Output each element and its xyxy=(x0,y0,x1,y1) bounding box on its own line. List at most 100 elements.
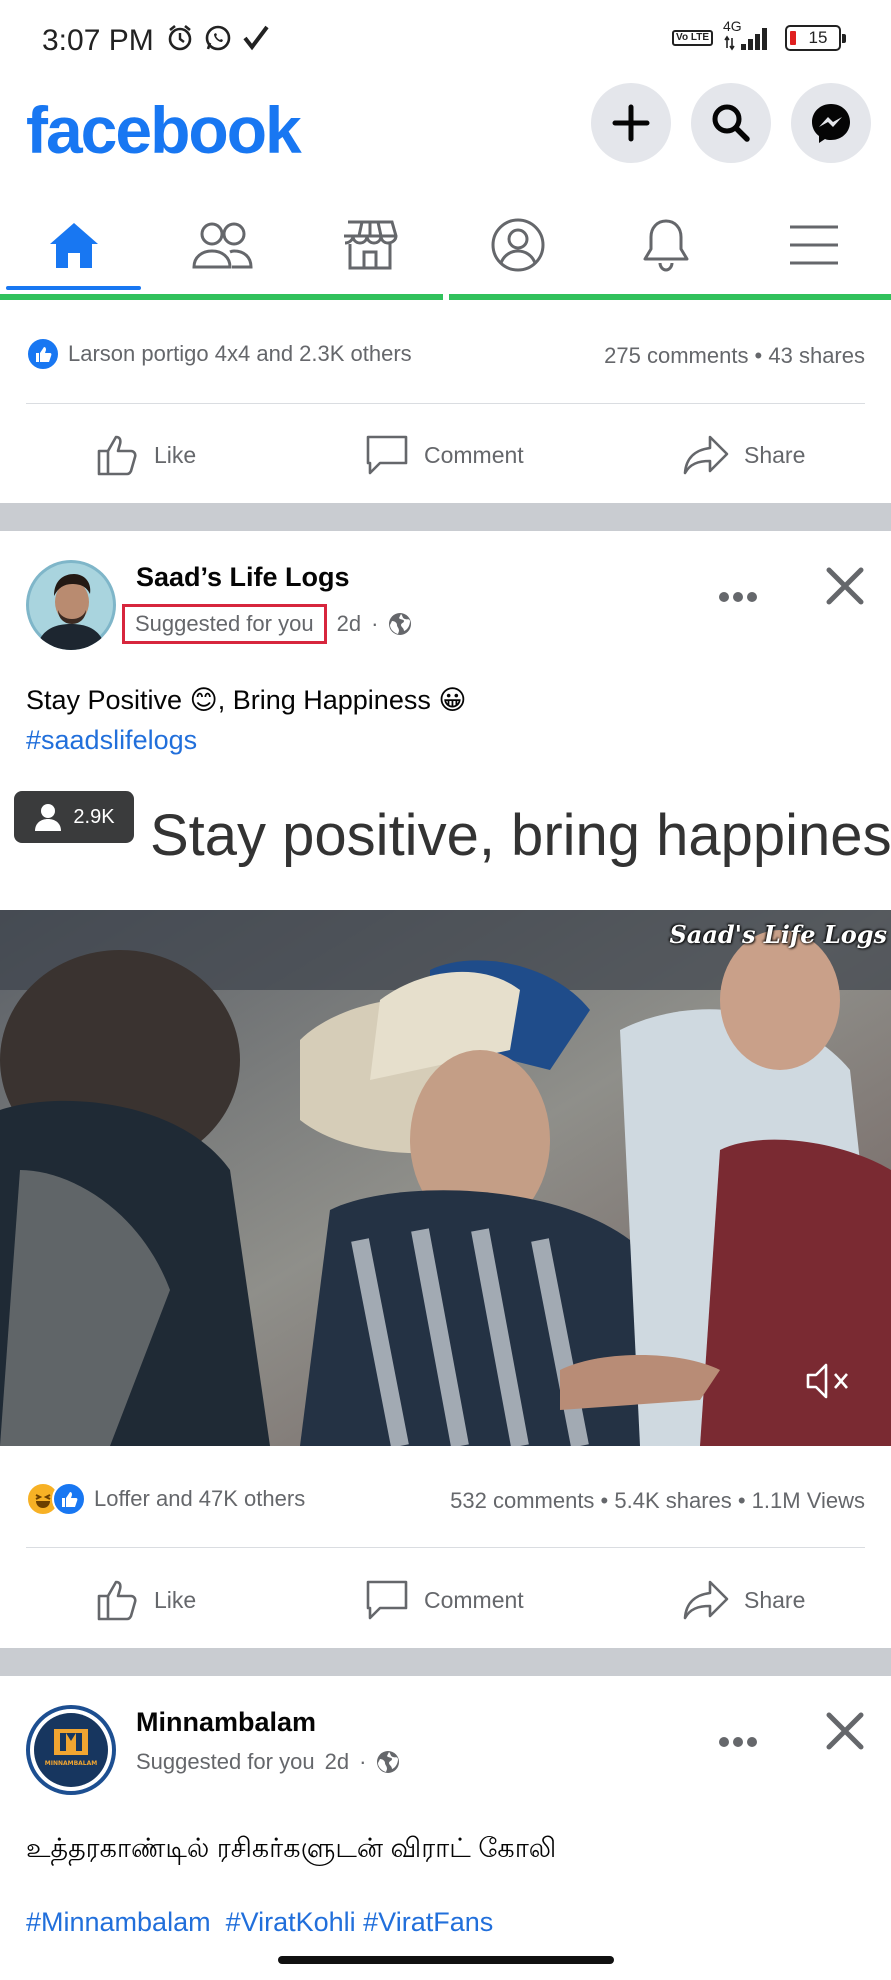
status-notification-icons xyxy=(166,24,270,52)
like-label: Like xyxy=(154,441,197,468)
post-header: Saad’s Life Logs Suggested for you 2d · xyxy=(0,560,891,670)
hide-post-button[interactable] xyxy=(825,1711,865,1756)
status-bar: 3:07 PM Vo LTE 4G 15 xyxy=(0,0,891,78)
volume-muted-icon xyxy=(806,1363,848,1399)
search-icon xyxy=(712,104,750,142)
share-label: Share xyxy=(744,441,806,468)
post-text: Stay Positive 😊, Bring Happiness 😀 xyxy=(26,685,467,715)
share-button[interactable]: Share xyxy=(682,420,805,490)
tab-marketplace[interactable] xyxy=(300,198,440,292)
facebook-logo[interactable]: facebook xyxy=(26,92,302,168)
friends-icon xyxy=(192,222,253,269)
post-hashtag[interactable]: #saadslifelogs xyxy=(26,720,466,760)
plus-icon xyxy=(612,104,650,142)
share-icon xyxy=(683,435,729,475)
video-caption-area[interactable]: Stay positive, bring happiness 2.9K xyxy=(0,776,891,910)
like-button[interactable]: Like xyxy=(96,1565,196,1635)
active-tab-indicator xyxy=(6,286,141,290)
more-options-icon xyxy=(719,592,757,602)
video-player[interactable]: Saad's Life Logs xyxy=(0,910,891,1446)
tab-home[interactable] xyxy=(4,198,144,292)
post-text: உத்தரகாண்டில் ரசிகர்களுடன் விராட் கோலி xyxy=(26,1833,557,1863)
thumbs-up-icon xyxy=(97,435,137,476)
gesture-home-bar[interactable] xyxy=(278,1956,614,1964)
messenger-button[interactable] xyxy=(791,83,871,163)
live-viewers-badge: 2.9K xyxy=(14,791,134,843)
profile-icon xyxy=(491,218,545,272)
main-tab-bar xyxy=(0,198,891,296)
share-label: Share xyxy=(744,1586,806,1613)
avatar[interactable] xyxy=(26,560,116,650)
divider xyxy=(26,403,865,404)
post-hashtags[interactable]: #Minnambalam #ViratKohli #ViratFans xyxy=(26,1902,556,1942)
prev-post-actions: Like Comment Share xyxy=(0,420,891,490)
comment-icon xyxy=(366,1580,408,1620)
check-icon xyxy=(243,25,269,51)
post-body: Stay Positive 😊, Bring Happiness 😀 #saad… xyxy=(26,680,466,760)
comment-label: Comment xyxy=(424,1586,524,1613)
feed-loading-progress xyxy=(0,294,891,300)
feed-separator xyxy=(0,1648,891,1676)
like-reaction-icon xyxy=(26,337,60,371)
tab-friends[interactable] xyxy=(152,198,292,292)
post-time[interactable]: 2d xyxy=(325,1749,349,1775)
comment-button[interactable]: Comment xyxy=(364,420,524,490)
post-options-button[interactable] xyxy=(718,582,758,603)
share-icon xyxy=(683,1580,729,1620)
tab-menu[interactable] xyxy=(744,198,884,292)
post-meta: Suggested for you 2d · xyxy=(136,1749,400,1775)
bell-icon xyxy=(643,219,689,272)
suggested-for-you-label: Suggested for you xyxy=(122,604,327,644)
like-reaction-icon xyxy=(52,1482,86,1516)
post-reactions-row: Loffer and 47K others 532 comments • 5.4… xyxy=(26,1478,865,1518)
post-reactions-text[interactable]: Loffer and 47K others xyxy=(94,1486,305,1512)
post-body: உத்தரகாண்டில் ரசிகர்களுடன் விராட் கோலி #… xyxy=(26,1828,556,1942)
battery-level: 15 xyxy=(808,28,828,47)
mute-button[interactable] xyxy=(805,1361,851,1406)
video-watermark: Saad's Life Logs xyxy=(669,920,887,949)
hide-post-button[interactable] xyxy=(825,566,865,611)
search-button[interactable] xyxy=(691,83,771,163)
post-header: MINNAMBALAM Minnambalam Suggested for yo… xyxy=(0,1705,891,1815)
close-icon xyxy=(826,1712,864,1750)
divider xyxy=(26,1547,865,1548)
post-stats[interactable]: 532 comments • 5.4K shares • 1.1M Views xyxy=(450,1488,865,1514)
alarm-icon xyxy=(168,24,192,51)
post-time[interactable]: 2d xyxy=(337,611,361,637)
share-button[interactable]: Share xyxy=(682,1565,805,1635)
whatsapp-icon xyxy=(205,25,231,51)
person-icon xyxy=(35,804,62,831)
like-button[interactable]: Like xyxy=(96,420,196,490)
avatar-logo-text: MINNAMBALAM xyxy=(45,1760,98,1767)
close-icon xyxy=(826,567,864,605)
feed-separator xyxy=(0,503,891,531)
comment-button[interactable]: Comment xyxy=(364,1565,524,1635)
home-icon xyxy=(50,223,98,268)
create-button[interactable] xyxy=(591,83,671,163)
post-meta: Suggested for you 2d · xyxy=(122,604,412,644)
meta-separator: · xyxy=(371,611,379,636)
viewer-count: 2.9K xyxy=(73,805,115,828)
tab-notifications[interactable] xyxy=(596,198,736,292)
status-time: 3:07 PM xyxy=(42,24,154,57)
post-author[interactable]: Minnambalam xyxy=(136,1707,316,1738)
post-author[interactable]: Saad’s Life Logs xyxy=(136,562,350,593)
post-options-button[interactable] xyxy=(718,1727,758,1748)
marketplace-icon xyxy=(344,220,398,270)
more-options-icon xyxy=(719,1737,757,1747)
battery-icon: 15 xyxy=(785,25,846,51)
post-actions: Like Comment Share xyxy=(0,1565,891,1635)
like-label: Like xyxy=(154,1586,197,1613)
menu-icon xyxy=(790,225,838,265)
signal-icon: 4G xyxy=(723,18,775,52)
prev-post-comments-shares[interactable]: 275 comments • 43 shares xyxy=(604,343,865,369)
avatar[interactable]: MINNAMBALAM xyxy=(26,1705,116,1795)
prev-post-reactions-text[interactable]: Larson portigo 4x4 and 2.3K others xyxy=(68,341,412,367)
volte-icon: Vo LTE xyxy=(672,30,713,46)
globe-icon xyxy=(389,613,412,635)
tab-profile[interactable] xyxy=(448,198,588,292)
meta-separator: · xyxy=(359,1749,367,1774)
comment-icon xyxy=(366,435,408,475)
video-caption-text: Stay positive, bring happiness xyxy=(150,803,891,868)
app-header: facebook xyxy=(0,78,891,188)
